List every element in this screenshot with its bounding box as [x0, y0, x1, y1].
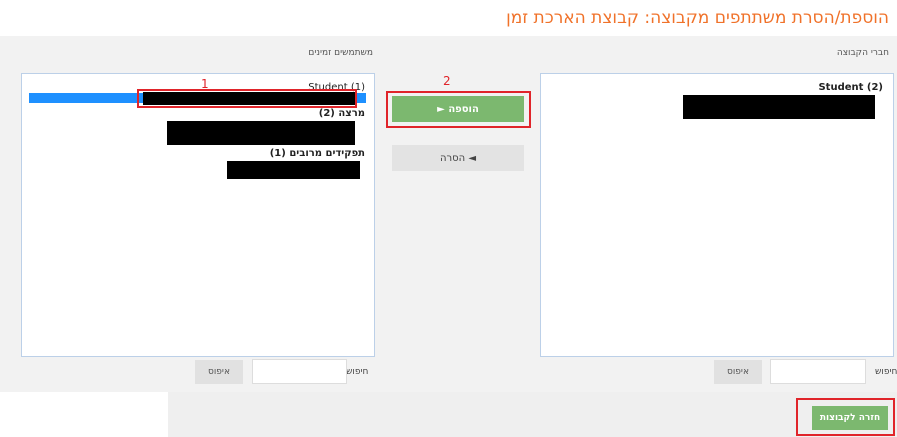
back-to-groups-button[interactable]: חזרה לקבוצות	[812, 406, 888, 430]
members-column-label: חברי הקבוצה	[836, 48, 889, 58]
redacted-lecturer-name[interactable]	[167, 121, 355, 145]
members-reset-button[interactable]: איפוס	[714, 360, 762, 384]
members-group-student: Student (2)	[818, 82, 883, 93]
annotation-marker-1: 1	[201, 77, 209, 91]
page-title: הוספת/הסרת משתתפים מקבוצה: קבוצת הארכת ז…	[506, 8, 889, 28]
footer-bar	[168, 392, 897, 437]
available-group-multiple-roles: תפקידים מרובים (1)	[269, 148, 365, 159]
members-search-input[interactable]	[770, 359, 866, 384]
add-button[interactable]: ► הוספה	[392, 96, 524, 122]
available-search-label: חיפוש	[346, 367, 369, 377]
redacted-multirole-name[interactable]	[227, 161, 360, 179]
available-column-label: משתמשים זמינים	[308, 48, 373, 58]
annotation-marker-2: 2	[443, 74, 451, 88]
redacted-member-name[interactable]	[683, 95, 875, 119]
remove-button[interactable]: הסרה ◄	[392, 145, 524, 171]
annotation-box-1	[137, 89, 357, 108]
available-reset-button[interactable]: איפוס	[195, 360, 243, 384]
members-search-label: חיפוש	[875, 367, 897, 377]
available-search-input[interactable]	[252, 359, 347, 384]
available-group-lecturer: מרצה (2)	[318, 108, 365, 119]
